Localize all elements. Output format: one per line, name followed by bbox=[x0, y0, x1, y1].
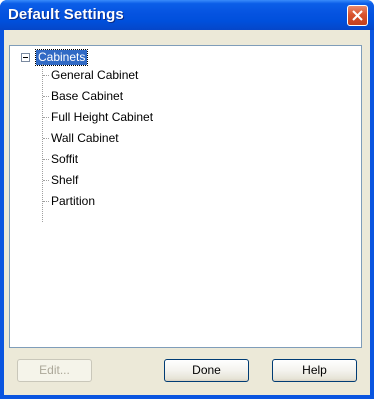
done-button[interactable]: Done bbox=[164, 359, 249, 382]
tree-connector bbox=[43, 117, 49, 118]
minus-box-icon[interactable] bbox=[21, 53, 30, 62]
tree-connector bbox=[43, 159, 49, 160]
default-settings-dialog: Default Settings Cabinets General Cabine… bbox=[0, 0, 374, 399]
tree-node-cabinets[interactable]: Cabinets bbox=[34, 49, 89, 66]
help-button[interactable]: Help bbox=[272, 359, 357, 382]
tree-node-partition[interactable]: Partition bbox=[51, 194, 95, 208]
dialog-title: Default Settings bbox=[8, 6, 124, 23]
tree-node-base-cabinet[interactable]: Base Cabinet bbox=[51, 89, 123, 103]
close-icon bbox=[352, 10, 363, 21]
tree-connector bbox=[43, 201, 49, 202]
tree-node-shelf[interactable]: Shelf bbox=[51, 173, 78, 187]
tree-node-soffit[interactable]: Soffit bbox=[51, 152, 78, 166]
tree-connector bbox=[43, 96, 49, 97]
tree-connector bbox=[43, 180, 49, 181]
edit-button[interactable]: Edit... bbox=[17, 359, 92, 382]
settings-tree[interactable]: Cabinets General Cabinet Base Cabinet Fu… bbox=[9, 45, 362, 348]
tree-connector bbox=[43, 138, 49, 139]
tree-connector-line bbox=[42, 64, 43, 222]
title-bar[interactable]: Default Settings bbox=[0, 0, 374, 30]
dialog-body: Cabinets General Cabinet Base Cabinet Fu… bbox=[4, 30, 370, 395]
tree-node-wall-cabinet[interactable]: Wall Cabinet bbox=[51, 131, 119, 145]
tree-node-full-height-cabinet[interactable]: Full Height Cabinet bbox=[51, 110, 153, 124]
close-button[interactable] bbox=[347, 5, 368, 26]
tree-node-general-cabinet[interactable]: General Cabinet bbox=[51, 68, 138, 82]
tree-connector bbox=[43, 75, 49, 76]
